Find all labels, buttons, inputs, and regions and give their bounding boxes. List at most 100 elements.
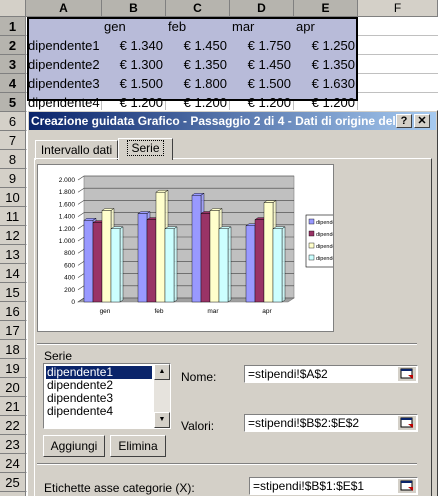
help-button[interactable]: ?	[396, 114, 412, 128]
header-cell[interactable]: mar	[230, 17, 294, 36]
y-tick-label: 200	[64, 287, 75, 294]
header-cell[interactable]: feb	[166, 17, 230, 36]
name-cell[interactable]: dipendente2	[26, 55, 102, 74]
legend-swatch	[308, 254, 315, 261]
bar	[191, 195, 202, 303]
scroll-down-icon[interactable]: ▼	[154, 412, 170, 428]
row-header-19[interactable]: 19	[0, 359, 26, 378]
row-header-8[interactable]: 8	[0, 150, 26, 169]
row-header-15[interactable]: 15	[0, 283, 26, 302]
chart-gridline	[77, 236, 85, 242]
value-cell[interactable]: € 1.250	[294, 36, 358, 55]
value-cell[interactable]: € 1.450	[166, 36, 230, 55]
row-header-26[interactable]: 26	[0, 492, 26, 496]
collapse-dialog-icon[interactable]	[398, 479, 416, 493]
categorie-field[interactable]: =stipendi!$B$1:$E$1	[249, 477, 418, 495]
chart-gridline	[77, 261, 85, 266]
header-cell[interactable]: apr	[294, 17, 358, 36]
series-listbox[interactable]: dipendente1 dipendente2 dipendente3 dipende…	[43, 363, 171, 429]
column-header-d[interactable]: D	[230, 0, 294, 17]
row-header-1[interactable]: 1	[0, 17, 26, 36]
nome-value: =stipendi!$A$2	[248, 367, 328, 381]
row-header-4[interactable]: 4	[0, 74, 26, 93]
column-header-b[interactable]: B	[102, 0, 166, 17]
column-header-e[interactable]: E	[294, 0, 358, 17]
chart-gridline	[77, 175, 85, 181]
value-cell[interactable]: € 1.350	[166, 55, 230, 74]
column-header-f[interactable]: F	[358, 0, 438, 17]
value-cell[interactable]: € 1.630	[294, 74, 358, 93]
row-header-6[interactable]: 6	[0, 112, 26, 131]
select-all-corner[interactable]	[0, 0, 26, 17]
collapse-dialog-icon[interactable]	[398, 416, 416, 430]
row-header-10[interactable]: 10	[0, 188, 26, 207]
y-tick-label: 1.200	[59, 226, 76, 233]
bar-side	[119, 226, 124, 303]
row-header-9[interactable]: 9	[0, 169, 26, 188]
remove-series-button[interactable]: Elimina	[110, 435, 166, 457]
close-button[interactable]: ✕	[414, 114, 430, 128]
scroll-up-icon[interactable]: ▲	[154, 364, 170, 380]
row-header-25[interactable]: 25	[0, 473, 26, 492]
y-tick-label: 1.800	[59, 189, 76, 196]
series-list-item[interactable]: dipendente4	[46, 405, 152, 418]
legend-label: dipendente1	[316, 220, 333, 226]
column-header-c[interactable]: C	[166, 0, 230, 17]
chart-gridline	[77, 285, 85, 291]
row-header-3[interactable]: 3	[0, 55, 26, 74]
row-header-16[interactable]: 16	[0, 302, 26, 321]
row-header-18[interactable]: 18	[0, 340, 26, 359]
add-series-button[interactable]: Aggiungi	[43, 435, 105, 457]
value-cell[interactable]: € 1.500	[230, 74, 294, 93]
categorie-label: Etichette asse categorie (X):	[44, 481, 195, 495]
row-header-17[interactable]: 17	[0, 321, 26, 340]
header-cell[interactable]: gen	[102, 17, 166, 36]
row-header-22[interactable]: 22	[0, 416, 26, 435]
bar	[146, 219, 157, 303]
bar	[218, 228, 229, 303]
tab-intervallo-dati[interactable]: Intervallo dati	[35, 140, 118, 160]
value-cell[interactable]: € 1.500	[102, 74, 166, 93]
series-scrollbar[interactable]: ▲ ▼	[154, 364, 170, 428]
nome-field[interactable]: =stipendi!$A$2	[244, 365, 418, 383]
row-header-21[interactable]: 21	[0, 397, 26, 416]
collapse-dialog-icon[interactable]	[398, 367, 416, 381]
bar	[164, 228, 175, 303]
valori-field[interactable]: =stipendi!$B$2:$E$2	[244, 414, 418, 432]
tab-serie[interactable]: Serie	[118, 138, 173, 160]
y-tick-label: 800	[64, 250, 75, 257]
value-cell[interactable]: € 1.750	[230, 36, 294, 55]
row-header-7[interactable]: 7	[0, 131, 26, 150]
y-tick-label: 1.000	[59, 238, 76, 245]
y-tick-label: 1.600	[59, 201, 76, 208]
row-header-2[interactable]: 2	[0, 36, 26, 55]
valori-label: Valori:	[181, 419, 215, 433]
row-header-12[interactable]: 12	[0, 226, 26, 245]
row-header-5[interactable]: 5	[0, 93, 26, 112]
bar	[110, 228, 121, 303]
row-header-14[interactable]: 14	[0, 264, 26, 283]
remove-series-label: Elimina	[118, 439, 158, 453]
bar	[137, 213, 148, 303]
chart-gridline	[77, 187, 85, 193]
y-tick-label: 1.400	[59, 214, 76, 221]
legend-label: dipendente4	[316, 256, 333, 262]
row-header-24[interactable]: 24	[0, 454, 26, 473]
dialog-title[interactable]: Creazione guidata Grafico - Passaggio 2 …	[29, 112, 436, 130]
row-header-13[interactable]: 13	[0, 245, 26, 264]
name-cell[interactable]: dipendente1	[26, 36, 102, 55]
legend-swatch	[308, 242, 315, 249]
value-cell[interactable]: € 1.340	[102, 36, 166, 55]
y-tick-label: 400	[64, 275, 75, 282]
chart-svg: 2.000 1.800 1.600 1.400 1.200 1.000 800 600 400 2…	[59, 175, 359, 315]
row-header-23[interactable]: 23	[0, 435, 26, 454]
column-header-a[interactable]: A	[26, 0, 102, 17]
value-cell[interactable]: € 1.800	[166, 74, 230, 93]
value-cell[interactable]: € 1.350	[294, 55, 358, 74]
tab-serie-label: Serie	[127, 140, 164, 156]
value-cell[interactable]: € 1.450	[230, 55, 294, 74]
name-cell[interactable]: dipendente3	[26, 74, 102, 93]
row-header-20[interactable]: 20	[0, 378, 26, 397]
value-cell[interactable]: € 1.300	[102, 55, 166, 74]
row-header-11[interactable]: 11	[0, 207, 26, 226]
